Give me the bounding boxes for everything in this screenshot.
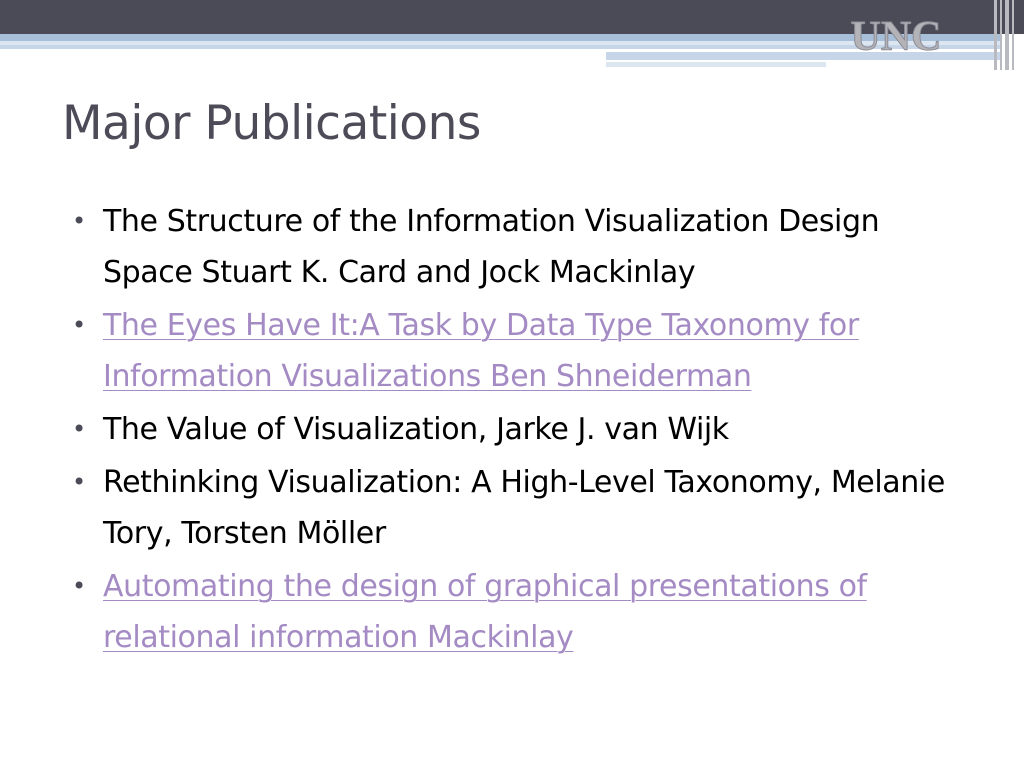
publication-text: Rethinking Visualization: A High-Level T… [103,465,945,551]
header-divider [1005,0,1009,70]
list-item: • The Value of Visualization, Jarke J. va… [72,404,972,455]
logo-text: UNC [851,14,942,58]
publication-text: The Structure of the Information Visuali… [103,204,880,290]
publication-link[interactable]: The Eyes Have It:A Task by Data Type Tax… [103,308,859,394]
header-divider [994,0,997,70]
unc-logo: UNC [850,14,942,59]
publication-text: The Value of Visualization, Jarke J. van… [103,412,729,447]
header-divider [1000,0,1002,70]
bullet-icon: • [72,415,86,443]
list-item: • The Eyes Have It:A Task by Data Type Ta… [72,300,972,402]
bullet-icon: • [72,468,86,496]
header-accent-stripe [606,62,826,67]
publication-link[interactable]: Automating the design of graphical prese… [103,569,867,655]
list-item: • Automating the design of graphical pres… [72,561,972,663]
list-item: • The Structure of the Information Visual… [72,196,972,298]
bullet-icon: • [72,311,86,339]
page-title: Major Publications [62,96,481,151]
bullet-icon: • [72,572,86,600]
publication-list: • The Structure of the Information Visual… [72,196,972,665]
header-divider [1012,0,1014,70]
list-item: • Rethinking Visualization: A High-Level … [72,457,972,559]
bullet-icon: • [72,207,86,235]
